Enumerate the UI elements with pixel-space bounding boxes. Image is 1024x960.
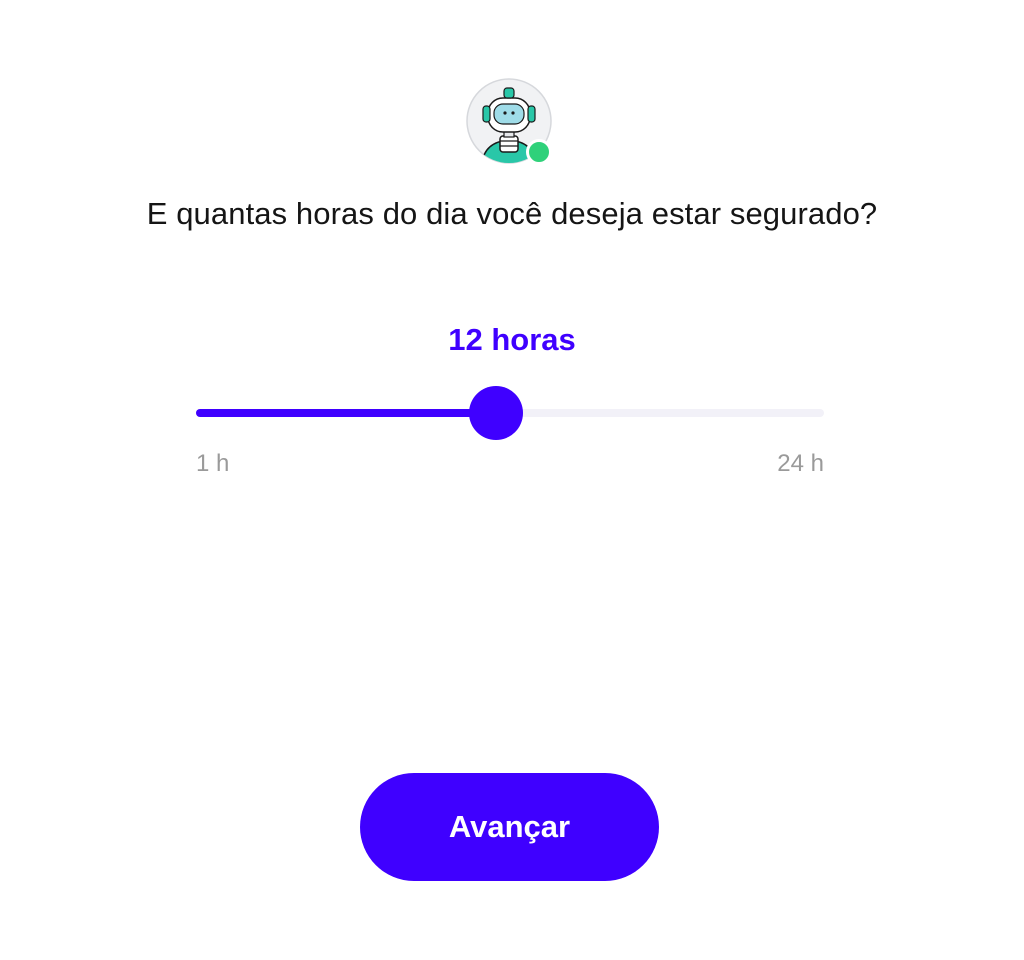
question-text: E quantas horas do dia você deseja estar… (146, 196, 878, 231)
online-status-dot (526, 139, 552, 165)
slider-fill (196, 409, 497, 417)
slider-min-label: 1 h (196, 450, 230, 477)
slider-max-label: 24 h (777, 450, 824, 477)
next-button[interactable]: Avançar (360, 773, 659, 881)
slider-value-label: 12 horas (448, 322, 576, 357)
slider-thumb[interactable] (469, 386, 524, 440)
hours-slider[interactable] (196, 386, 824, 440)
